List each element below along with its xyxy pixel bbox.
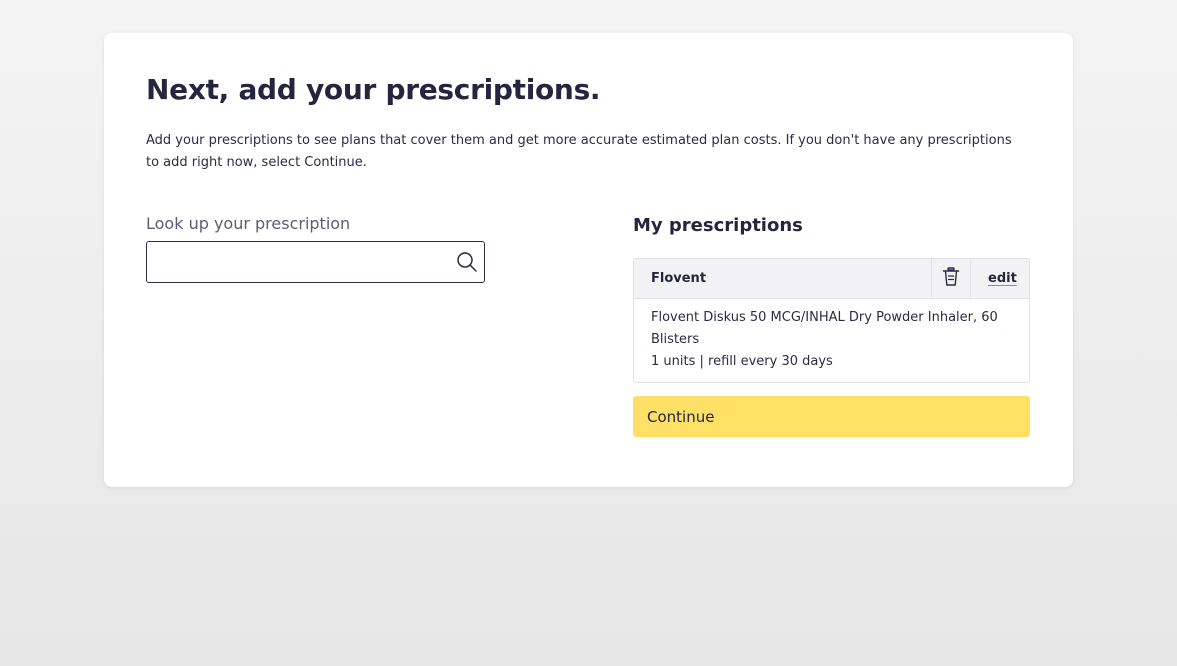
trash-icon <box>942 267 960 291</box>
intro-text: Add your prescriptions to see plans that… <box>146 133 1012 170</box>
prescription-item: Flovent edit Flovent Diskus 50 MCG/INHAL… <box>633 258 1030 383</box>
search-input[interactable] <box>147 242 447 282</box>
search-field[interactable] <box>146 241 485 283</box>
prescription-description: Flovent Diskus 50 MCG/INHAL Dry Powder I… <box>651 310 998 347</box>
prescription-item-header: Flovent edit <box>634 259 1029 299</box>
search-icon[interactable] <box>456 251 478 273</box>
lookup-label: Look up your prescription <box>146 214 351 233</box>
prescription-card: Next, add your prescriptions. Add your p… <box>104 33 1073 487</box>
continue-button[interactable]: Continue <box>633 396 1030 437</box>
delete-prescription-button[interactable] <box>931 259 971 299</box>
prescription-name: Flovent <box>651 271 707 286</box>
page-title: Next, add your prescriptions. <box>146 73 601 106</box>
my-prescriptions-heading: My prescriptions <box>633 215 803 236</box>
edit-prescription-link[interactable]: edit <box>988 271 1017 286</box>
prescription-dosage: 1 units | refill every 30 days <box>651 354 833 369</box>
